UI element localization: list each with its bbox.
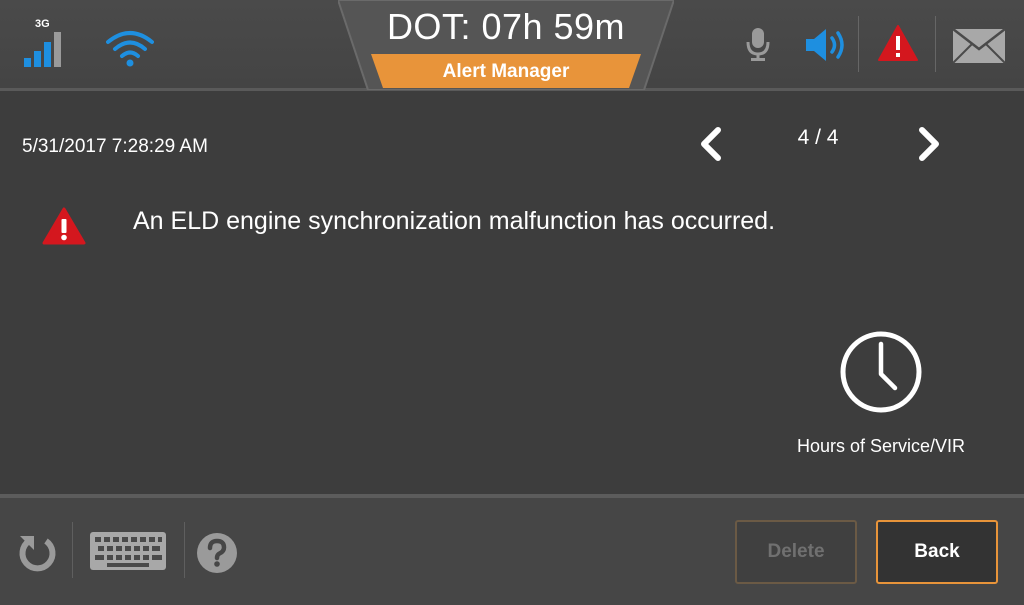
mail-envelope-icon[interactable] — [952, 28, 1006, 69]
microphone-icon[interactable] — [744, 26, 772, 67]
alert-warning-icon[interactable] — [877, 24, 919, 67]
clock-icon — [840, 331, 922, 413]
previous-alert-button[interactable] — [692, 124, 732, 164]
divider — [184, 522, 185, 578]
dot-clock-tab: DOT: 07h 59m Alert Manager — [338, 0, 674, 90]
network-type-label: 3G — [35, 18, 50, 30]
alert-manager-label: Alert Manager — [442, 61, 570, 82]
hours-of-service-label: Hours of Service/VIR — [796, 436, 966, 456]
signal-strength-indicator: 3G — [22, 18, 66, 68]
speaker-volume-icon[interactable] — [804, 27, 850, 68]
refresh-icon[interactable] — [16, 532, 58, 579]
top-status-bar: 3G DOT: 07h 59m Alert Manager — [0, 0, 1024, 91]
keyboard-icon[interactable] — [89, 531, 167, 576]
bottom-toolbar: Delete Back — [0, 494, 1024, 605]
hours-of-service-shortcut[interactable]: Hours of Service/VIR — [786, 330, 976, 457]
delete-button[interactable]: Delete — [735, 520, 857, 584]
divider — [72, 522, 73, 578]
alert-message: An ELD engine synchronization malfunctio… — [133, 207, 776, 235]
alert-pager: 4 / 4 — [797, 126, 839, 149]
alert-timestamp: 5/31/2017 7:28:29 AM — [22, 136, 208, 157]
dot-clock-text: DOT: 07h 59m — [386, 6, 626, 47]
back-button[interactable]: Back — [876, 520, 998, 584]
help-icon[interactable] — [196, 532, 238, 579]
warning-icon — [42, 207, 86, 250]
wifi-icon — [106, 30, 154, 73]
chevron-left-icon — [701, 127, 721, 161]
chevron-right-icon — [919, 127, 939, 161]
divider — [858, 16, 859, 72]
divider — [935, 16, 936, 72]
next-alert-button[interactable] — [908, 124, 948, 164]
alert-manager-tab[interactable]: Alert Manager — [371, 54, 641, 88]
